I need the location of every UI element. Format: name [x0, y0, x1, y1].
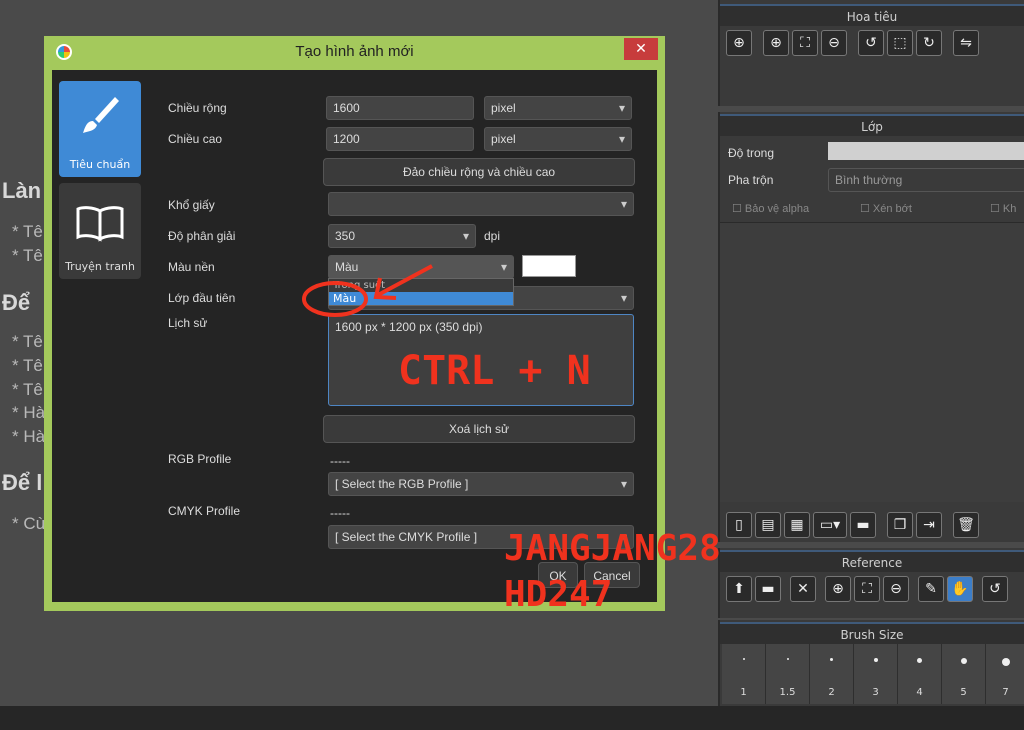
watermark-line-1: JANGJANG28	[504, 528, 721, 569]
highlight-circle	[302, 281, 368, 317]
shortcut-annotation: CTRL + N	[398, 348, 591, 394]
annotation-arrow-shaft	[377, 264, 433, 297]
watermark-line-2: HD247	[504, 574, 613, 615]
